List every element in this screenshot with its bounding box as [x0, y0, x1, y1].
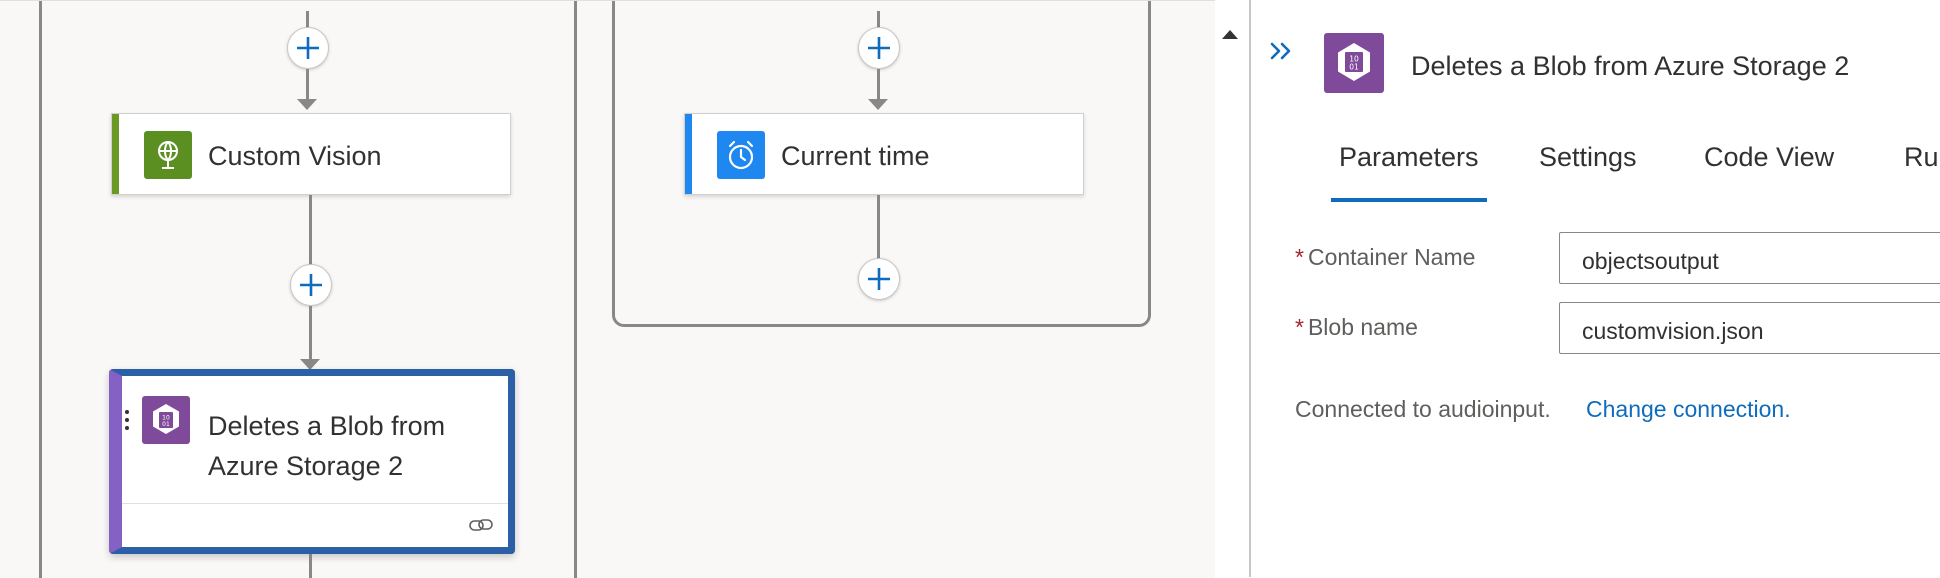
connector — [877, 69, 880, 101]
connector — [306, 69, 309, 101]
scroll-up-arrow-icon[interactable] — [1222, 30, 1238, 39]
blob-name-input[interactable]: customvision.json — [1559, 302, 1940, 354]
action-card-custom-vision[interactable]: Custom Vision — [111, 113, 511, 195]
action-card-title: Deletes a Blob from Azure Storage 2 — [208, 411, 446, 481]
globe-icon — [144, 131, 192, 179]
tab-parameters[interactable]: Parameters — [1331, 142, 1487, 202]
card-accent — [112, 114, 119, 194]
blob-storage-icon: 10 01 — [142, 396, 190, 444]
required-marker: * — [1295, 314, 1304, 340]
action-card-title: Custom Vision — [208, 141, 382, 171]
svg-text:01: 01 — [162, 421, 170, 428]
connector — [309, 554, 312, 578]
tab-settings[interactable]: Settings — [1531, 142, 1645, 202]
plus-icon — [868, 37, 890, 59]
connector — [309, 306, 312, 361]
blob-name-label: * Blob name — [1295, 314, 1418, 340]
action-card-title: Current time — [781, 141, 930, 171]
scope-border-middle — [574, 1, 577, 578]
container-name-input[interactable]: objectsoutput — [1559, 232, 1940, 284]
tab-code-view[interactable]: Code View — [1696, 142, 1842, 202]
container-name-label: * Container Name — [1295, 244, 1476, 270]
plus-icon — [300, 274, 322, 296]
connector-arrow — [297, 99, 317, 110]
add-step-button[interactable] — [858, 27, 900, 69]
alarm-clock-icon — [717, 131, 765, 179]
plus-icon — [297, 37, 319, 59]
add-step-button[interactable] — [858, 258, 900, 300]
action-card-delete-blob-selected[interactable]: 10 01 Deletes a Blob from Azure Storage … — [109, 369, 515, 554]
plus-icon — [868, 268, 890, 290]
tab-run[interactable]: Run — [1896, 142, 1940, 202]
drag-handle-icon[interactable] — [125, 410, 130, 438]
scope-border-left — [39, 1, 42, 578]
change-connection-link[interactable]: Change connection. — [1586, 396, 1791, 423]
add-step-button[interactable] — [287, 27, 329, 69]
designer-canvas[interactable]: Custom Vision 10 01 Deletes a Blob from … — [0, 0, 1215, 578]
action-details-panel: 10 01 Deletes a Blob from Azure Storage … — [1251, 0, 1940, 577]
connector — [877, 195, 880, 259]
panel-title: Deletes a Blob from Azure Storage 2 — [1411, 51, 1850, 81]
connection-status: Connected to audioinput. — [1295, 396, 1551, 422]
add-step-button[interactable] — [290, 264, 332, 306]
svg-text:01: 01 — [1349, 63, 1359, 72]
connector — [309, 195, 312, 265]
link-icon[interactable] — [468, 516, 494, 539]
card-accent — [685, 114, 692, 194]
canvas-scrollbar[interactable] — [1215, 0, 1249, 577]
required-marker: * — [1295, 244, 1304, 270]
double-chevron-right-icon[interactable] — [1269, 40, 1297, 67]
action-card-current-time[interactable]: Current time — [684, 113, 1084, 195]
blob-storage-icon: 10 01 — [1324, 33, 1384, 93]
connector-arrow — [868, 99, 888, 110]
card-footer — [122, 503, 508, 544]
